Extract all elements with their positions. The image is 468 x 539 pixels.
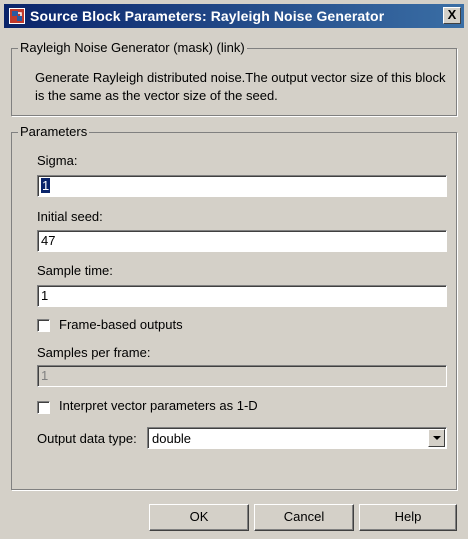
parameters-legend: Parameters xyxy=(18,124,90,139)
close-icon: X xyxy=(447,7,457,22)
simulink-app-icon xyxy=(9,8,25,24)
cancel-button[interactable]: Cancel xyxy=(254,504,354,531)
output-data-type-label: Output data type: xyxy=(37,431,137,446)
mask-legend: Rayleigh Noise Generator (mask) (link) xyxy=(18,40,247,55)
samples-per-frame-label: Samples per frame: xyxy=(37,345,151,360)
initial-seed-input[interactable]: 47 xyxy=(37,230,447,252)
mask-description: Generate Rayleigh distributed noise.The … xyxy=(35,70,446,103)
interpret-1d-checkbox[interactable] xyxy=(37,401,50,414)
sigma-input[interactable]: 1 xyxy=(37,175,447,197)
samples-per-frame-value: 1 xyxy=(41,368,49,383)
sigma-value: 1 xyxy=(41,178,51,193)
initial-seed-value: 47 xyxy=(41,233,56,248)
interpret-1d-label[interactable]: Interpret vector parameters as 1-D xyxy=(59,398,258,413)
frame-based-checkbox[interactable] xyxy=(37,319,50,332)
dialog-window: Source Block Parameters: Rayleigh Noise … xyxy=(0,0,468,539)
chevron-down-icon[interactable] xyxy=(428,429,445,447)
sample-time-value: 1 xyxy=(41,288,49,303)
samples-per-frame-input: 1 xyxy=(37,365,447,387)
sample-time-label: Sample time: xyxy=(37,263,113,278)
help-button[interactable]: Help xyxy=(359,504,457,531)
frame-based-label[interactable]: Frame-based outputs xyxy=(59,317,183,332)
window-title: Source Block Parameters: Rayleigh Noise … xyxy=(30,8,385,24)
ok-button[interactable]: OK xyxy=(149,504,249,531)
output-data-type-select[interactable]: double xyxy=(147,427,447,449)
initial-seed-label: Initial seed: xyxy=(37,209,103,224)
sigma-label: Sigma: xyxy=(37,153,78,168)
title-bar[interactable]: Source Block Parameters: Rayleigh Noise … xyxy=(4,4,464,28)
sample-time-input[interactable]: 1 xyxy=(37,285,447,307)
ok-button-label: OK xyxy=(189,509,209,524)
close-button[interactable]: X xyxy=(443,7,461,24)
help-button-label: Help xyxy=(394,509,422,524)
cancel-button-label: Cancel xyxy=(283,509,325,524)
output-data-type-value: double xyxy=(152,431,192,446)
